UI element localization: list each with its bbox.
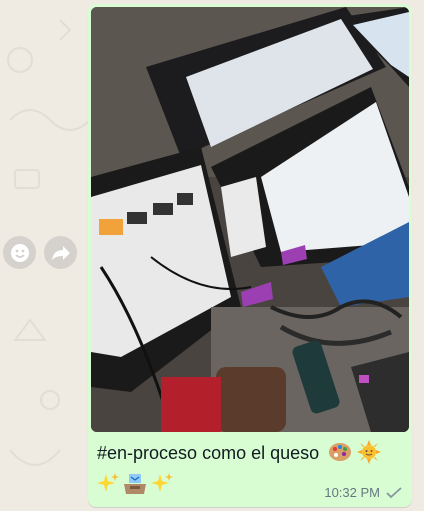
check-icon <box>386 486 402 498</box>
sparkles-emoji <box>151 473 173 492</box>
message-side-actions <box>3 236 77 269</box>
inbox-tray-emoji <box>124 474 146 494</box>
message-photo[interactable] <box>91 7 409 432</box>
message-time: 10:32 PM <box>324 485 380 500</box>
message-meta: 10:32 PM <box>324 485 402 500</box>
sparkles-emoji <box>97 473 119 492</box>
smiley-icon <box>10 243 29 262</box>
photo-workstation-monitors <box>91 7 409 432</box>
caption-emoji-row <box>96 472 174 496</box>
forward-button[interactable] <box>44 236 77 269</box>
forward-icon <box>51 245 70 260</box>
react-button[interactable] <box>3 236 36 269</box>
message-caption: #en-proceso como el queso <box>97 440 397 466</box>
sun-with-face-emoji <box>357 440 382 464</box>
artist-palette-emoji <box>329 443 352 461</box>
outgoing-message-bubble: #en-proceso como el queso 10:32 PM <box>88 4 412 507</box>
caption-text: #en-proceso como el queso <box>97 443 320 463</box>
